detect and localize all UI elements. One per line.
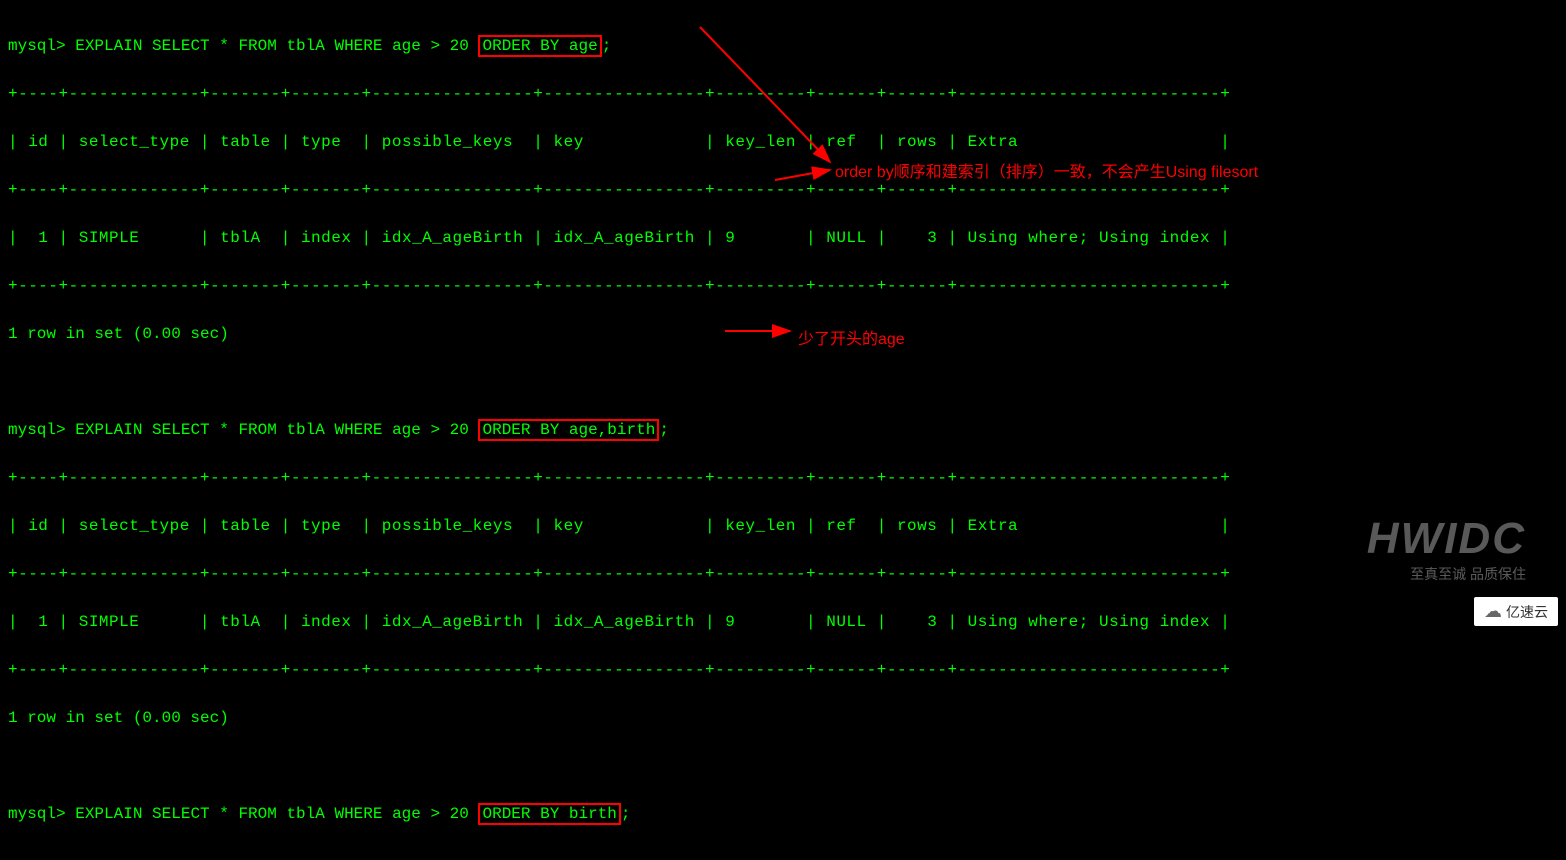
query-line-1: mysql> EXPLAIN SELECT * FROM tblA WHERE …: [8, 34, 1558, 58]
result1: 1 row in set (0.00 sec): [8, 322, 1558, 346]
mysql-prompt-2: mysql>: [8, 421, 75, 439]
table2-header: | id | select_type | table | type | poss…: [8, 514, 1558, 538]
table1-sep3: +----+-------------+-------+-------+----…: [8, 274, 1558, 298]
query3-highlight: ORDER BY birth: [478, 803, 620, 825]
mysql-terminal: mysql> EXPLAIN SELECT * FROM tblA WHERE …: [0, 0, 1566, 860]
query-line-2: mysql> EXPLAIN SELECT * FROM tblA WHERE …: [8, 418, 1558, 442]
result2: 1 row in set (0.00 sec): [8, 706, 1558, 730]
query2-post: ;: [659, 421, 669, 439]
mysql-prompt: mysql>: [8, 37, 75, 55]
cloud-icon: ☁: [1484, 601, 1502, 622]
table1-header: | id | select_type | table | type | poss…: [8, 130, 1558, 154]
query3-pre: EXPLAIN SELECT * FROM tblA WHERE age > 2…: [75, 805, 478, 823]
query1-pre: EXPLAIN SELECT * FROM tblA WHERE age > 2…: [75, 37, 478, 55]
query1-highlight: ORDER BY age: [478, 35, 601, 57]
query1-post: ;: [602, 37, 612, 55]
table2-sep3: +----+-------------+-------+-------+----…: [8, 658, 1558, 682]
table1-data: | 1 | SIMPLE | tblA | index | idx_A_ageB…: [8, 226, 1558, 250]
annotation-text-2: 少了开头的age: [798, 325, 905, 349]
table2-data: | 1 | SIMPLE | tblA | index | idx_A_ageB…: [8, 610, 1558, 634]
mysql-prompt-3: mysql>: [8, 805, 75, 823]
table1-sep2: +----+-------------+-------+-------+----…: [8, 178, 1558, 202]
watermark-main: HWIDC: [1367, 514, 1526, 564]
query2-highlight: ORDER BY age,birth: [478, 419, 659, 441]
watermark-yisu: ☁ 亿速云: [1474, 597, 1558, 626]
annotation-text-1: order by顺序和建索引（排序）一致，不会产生Using filesort: [835, 158, 1258, 182]
table2-sep2: +----+-------------+-------+-------+----…: [8, 562, 1558, 586]
query-line-3: mysql> EXPLAIN SELECT * FROM tblA WHERE …: [8, 802, 1558, 826]
watermark-sub: 至真至诚 品质保住: [1410, 564, 1526, 584]
query3-post: ;: [621, 805, 631, 823]
query2-pre: EXPLAIN SELECT * FROM tblA WHERE age > 2…: [75, 421, 478, 439]
table1-sep1: +----+-------------+-------+-------+----…: [8, 82, 1558, 106]
watermark-yisu-text: 亿速云: [1506, 602, 1548, 622]
table2-sep1: +----+-------------+-------+-------+----…: [8, 466, 1558, 490]
